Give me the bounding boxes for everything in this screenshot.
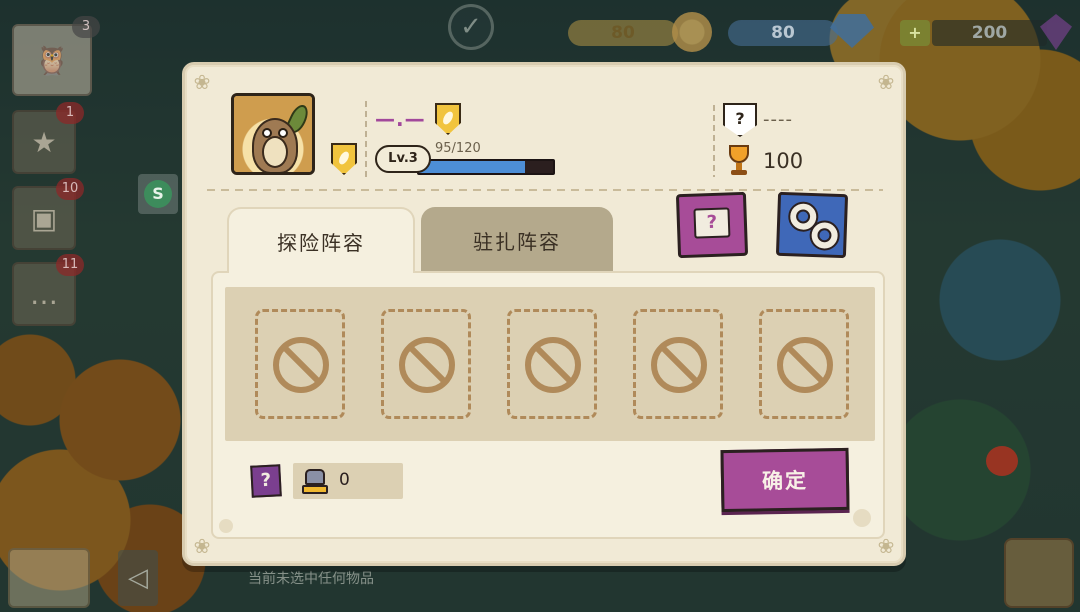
hero-portrait[interactable]	[231, 93, 315, 175]
owl-avatar-icon: 🦉	[34, 43, 70, 77]
owl-belly-icon	[262, 136, 288, 168]
dashed-divider	[365, 101, 367, 177]
team-lineup-dialog: ❀ ❀ ❀ ❀ —.— 95/120 Lv.3 ? ---- 100 探险阵容 …	[182, 62, 906, 566]
tab-garrison-lineup[interactable]: 驻扎阵容	[421, 207, 613, 273]
chat-badge: 11	[56, 254, 84, 276]
owl-eye-icon	[278, 128, 288, 138]
corner-ornament-icon: ❀	[193, 534, 211, 558]
favorites-badge: 1	[56, 102, 84, 124]
power-help-button[interactable]: ?	[250, 464, 282, 498]
team-slot[interactable]	[759, 309, 849, 419]
gear-icon	[809, 219, 841, 251]
team-slots-area	[225, 287, 875, 441]
star-icon: ★	[31, 125, 57, 159]
trophy-icon	[727, 145, 751, 177]
map-button[interactable]	[8, 548, 90, 608]
checkmark-icon[interactable]: ✓	[448, 4, 494, 50]
help-button[interactable]: ?	[675, 191, 749, 259]
team-slot[interactable]	[381, 309, 471, 419]
dashed-divider	[713, 105, 715, 177]
no-entry-icon	[273, 337, 329, 393]
chat-button[interactable]: … 11	[12, 254, 84, 326]
decorative-dot	[219, 519, 233, 533]
owl-eye-icon	[262, 128, 272, 138]
book-icon: ▣	[30, 201, 58, 235]
add-currency-button[interactable]: +	[900, 20, 930, 46]
no-entry-icon	[525, 337, 581, 393]
crystals-counter: 200	[932, 20, 1047, 46]
no-entry-icon	[399, 337, 455, 393]
no-entry-icon	[651, 337, 707, 393]
player-avatar-button[interactable]: 🦉 3	[12, 16, 100, 96]
lineup-panel: ? 0 确定	[211, 271, 885, 539]
title-unknown-icon: ?	[723, 103, 757, 137]
gems-counter: 80	[728, 20, 838, 46]
player-title: ----	[763, 109, 793, 130]
codex-button[interactable]: ▣ 10	[12, 178, 84, 250]
player-name: —.—	[375, 107, 426, 131]
s-indicator-icon[interactable]: S	[144, 180, 172, 208]
xp-text: 95/120	[435, 141, 481, 156]
confirm-button[interactable]: 确定	[720, 447, 850, 513]
no-entry-icon	[777, 337, 833, 393]
tab-expedition-lineup[interactable]: 探险阵容	[227, 207, 415, 273]
treasure-chest-button[interactable]	[1004, 538, 1074, 608]
team-slot[interactable]	[507, 309, 597, 419]
team-slot[interactable]	[633, 309, 723, 419]
rank-shield-icon	[331, 143, 357, 175]
rank-shield-icon	[435, 103, 461, 135]
settings-button[interactable]	[775, 191, 849, 259]
tomato-icon	[986, 446, 1018, 476]
xp-progress-fill	[419, 161, 526, 173]
codex-badge: 10	[56, 178, 84, 200]
team-power-value: 0	[339, 470, 350, 490]
team-power-display: 0	[293, 463, 403, 499]
corner-ornament-icon: ❀	[193, 70, 211, 94]
coins-counter: 80	[568, 20, 678, 46]
chat-icon: …	[30, 277, 58, 311]
avatar-badge: 3	[72, 16, 100, 38]
dashed-divider	[207, 189, 883, 191]
favorites-button[interactable]: ★ 1	[12, 102, 84, 174]
trophy-count: 100	[763, 149, 804, 173]
corner-ornament-icon: ❀	[877, 70, 895, 94]
selection-status-text: 当前未选中任何物品	[248, 571, 374, 587]
decorative-dot	[853, 509, 871, 527]
help-bubble-icon: ?	[693, 207, 731, 239]
team-slot[interactable]	[255, 309, 345, 419]
coin-icon	[672, 12, 712, 52]
xp-progress-bar	[417, 159, 555, 175]
fist-icon	[299, 465, 331, 497]
back-arrow-button[interactable]: ◁	[118, 550, 158, 606]
level-badge: Lv.3	[375, 145, 431, 173]
